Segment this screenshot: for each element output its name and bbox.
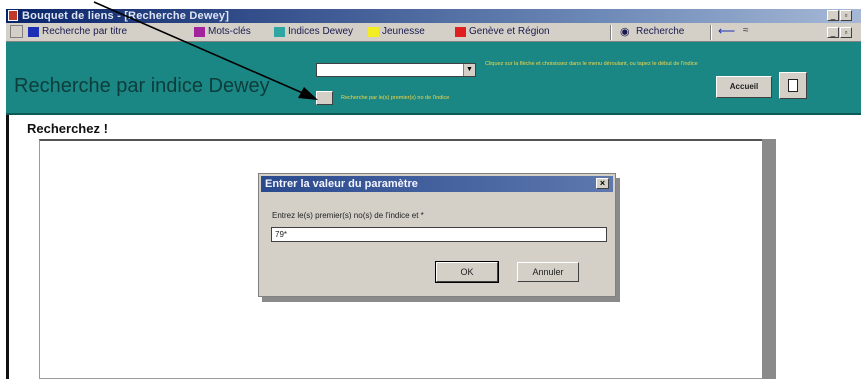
- close-icon[interactable]: ×: [596, 178, 609, 189]
- section-heading: Recherchez !: [27, 121, 108, 136]
- maximize-button[interactable]: ▫: [840, 10, 852, 21]
- yellow-square-icon: [368, 27, 379, 37]
- toolbar-item-recherche[interactable]: ◉ Recherche: [620, 25, 684, 39]
- window-left-border: [6, 115, 9, 379]
- cancel-button[interactable]: Annuler: [517, 262, 579, 282]
- blue-square-icon: [28, 27, 39, 37]
- toolbar-item-jeunesse[interactable]: Jeunesse: [368, 25, 425, 39]
- toolbar-item-label: Jeunesse: [382, 26, 425, 37]
- chevron-down-icon[interactable]: ▼: [463, 64, 475, 76]
- search-prefix-button[interactable]: [316, 91, 333, 105]
- dewey-dropdown[interactable]: ▼: [316, 63, 476, 77]
- dialog-title-bar[interactable]: Entrer la valeur du paramètre ×: [261, 176, 613, 192]
- child-restore-button[interactable]: ▫: [840, 27, 852, 38]
- toolbar-item-label: Genève et Région: [469, 26, 550, 37]
- dialog-prompt: Entrez le(s) premier(s) no(s) de l'indic…: [272, 211, 424, 220]
- toolbar-item-titre[interactable]: Recherche par titre: [28, 25, 127, 39]
- window-title: Bouquet de liens - [Recherche Dewey]: [22, 10, 230, 22]
- page-title: Recherche par indice Dewey: [14, 75, 270, 97]
- report-button[interactable]: [779, 72, 807, 99]
- toolbar-separator: [710, 25, 712, 40]
- teal-square-icon: [274, 27, 285, 37]
- parameter-input[interactable]: 79*: [271, 227, 607, 242]
- child-minimize-button[interactable]: _: [827, 27, 839, 38]
- app-icon: [8, 10, 18, 21]
- toolbar-item-label: Indices Dewey: [288, 26, 354, 37]
- header-divider: [6, 113, 861, 115]
- toolbar-item-label: Recherche par titre: [42, 26, 128, 37]
- toolbar-item-geneve[interactable]: Genève et Région: [455, 25, 550, 39]
- binoculars-icon: ◉: [620, 26, 630, 38]
- purple-square-icon: [194, 27, 205, 37]
- parameter-dialog: Entrer la valeur du paramètre × Entrez l…: [258, 173, 616, 297]
- red-square-icon: [455, 27, 466, 37]
- document-icon: [788, 79, 798, 92]
- toolbar: Recherche par titre Mots-clés Indices De…: [6, 23, 861, 42]
- toolbar-item-label: Mots-clés: [208, 26, 251, 37]
- toolbar-item-dewey[interactable]: Indices Dewey: [274, 25, 353, 39]
- back-arrow-icon[interactable]: ⟵: [718, 24, 735, 38]
- toolbar-item-label: Recherche: [636, 26, 685, 37]
- minimize-button[interactable]: _: [827, 10, 839, 21]
- vertical-scrollbar[interactable]: [762, 139, 776, 379]
- ok-button[interactable]: OK: [435, 261, 499, 283]
- tools-icon[interactable]: ≈: [743, 25, 749, 36]
- search-prefix-label: Recherche par le(s) premier(s) no de l'i…: [341, 95, 450, 101]
- window-title-bar[interactable]: Bouquet de liens - [Recherche Dewey] _ ▫: [6, 9, 861, 23]
- home-button[interactable]: Accueil: [716, 76, 772, 98]
- form-icon[interactable]: [10, 25, 23, 38]
- toolbar-item-mots-cles[interactable]: Mots-clés: [194, 25, 251, 39]
- toolbar-separator: [610, 25, 612, 40]
- dialog-title: Entrer la valeur du paramètre: [265, 178, 418, 190]
- dropdown-hint: Cliquez sur la flèche et choisissez dans…: [485, 61, 698, 67]
